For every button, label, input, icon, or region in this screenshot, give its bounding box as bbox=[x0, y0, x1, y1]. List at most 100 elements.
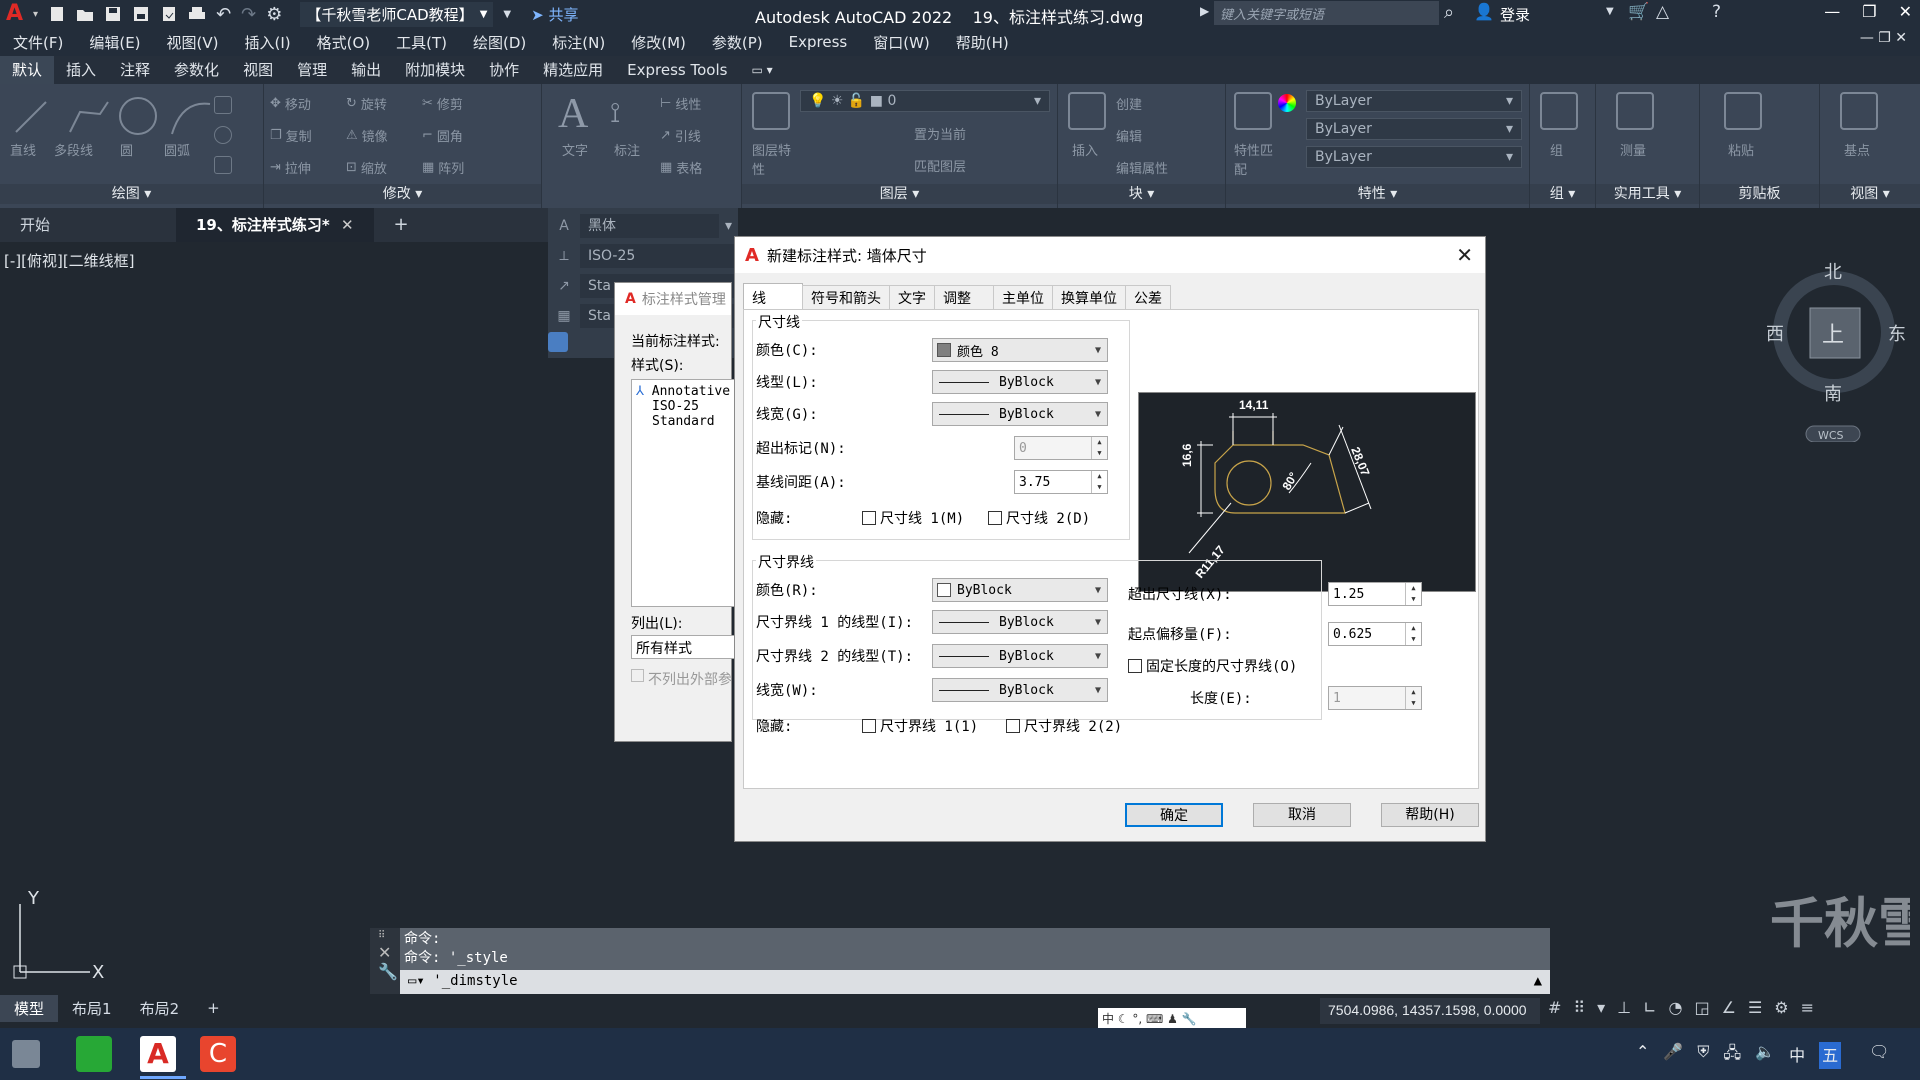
region-icon[interactable] bbox=[214, 156, 232, 174]
properties-group-label[interactable]: 特性 ▾ bbox=[1226, 184, 1529, 204]
close-icon[interactable]: ✕ bbox=[1456, 243, 1473, 267]
extline-lineweight-dropdown[interactable]: ByBlock ▼ bbox=[932, 678, 1108, 702]
gear-icon[interactable]: ⚙ bbox=[266, 4, 282, 25]
viewport-controls-label[interactable]: [-][俯视][二维线框] bbox=[4, 250, 135, 271]
layers-group-label[interactable]: 图层 ▾ bbox=[742, 184, 1057, 204]
infer-constraints-icon[interactable]: ⊥ bbox=[1617, 998, 1631, 1017]
arc-button[interactable]: 圆弧 bbox=[164, 140, 190, 159]
insert-block-icon[interactable] bbox=[1068, 92, 1106, 130]
share-button[interactable]: ➤ 共享 bbox=[531, 4, 578, 25]
command-input[interactable]: ▭▾ '_dimstyle ▲ bbox=[400, 970, 1550, 994]
spinner-arrows-icon[interactable]: ▲ ▼ bbox=[1405, 687, 1421, 709]
tab-collaborate[interactable]: 协作 bbox=[477, 56, 531, 84]
compass-north[interactable]: 北 bbox=[1824, 262, 1842, 283]
extend-beyond-dimlines-input[interactable]: 1.25 ▲ ▼ bbox=[1328, 582, 1422, 606]
dimline-linetype-dropdown[interactable]: ByBlock ▼ bbox=[932, 370, 1108, 394]
measure-icon[interactable] bbox=[1616, 92, 1654, 130]
cancel-button[interactable]: 取消 bbox=[1253, 803, 1351, 827]
extline-length-input[interactable]: 1 ▲ ▼ bbox=[1328, 686, 1422, 710]
menu-view[interactable]: 视图(V) bbox=[154, 32, 232, 53]
ok-button[interactable]: 确定 bbox=[1125, 803, 1223, 827]
scale-button[interactable]: ⊡ 缩放 bbox=[346, 158, 387, 177]
tab-featured-apps[interactable]: 精选应用 bbox=[531, 56, 615, 84]
new-file-icon[interactable] bbox=[48, 5, 66, 23]
workspace-switch-icon[interactable]: ⚙ bbox=[1774, 998, 1788, 1017]
dimline-color-dropdown[interactable]: 颜色 8 ▼ bbox=[932, 338, 1108, 362]
palette-dimstyle-row[interactable]: ⟂ ISO-25 bbox=[548, 242, 738, 270]
color-wheel-icon[interactable] bbox=[1278, 94, 1296, 112]
tab-text[interactable]: 文字 bbox=[889, 285, 935, 309]
tab-drawing[interactable]: 19、标注样式练习* ✕ bbox=[176, 208, 374, 242]
search-input[interactable]: 键入关键字或短语 bbox=[1214, 1, 1439, 25]
tab-lines[interactable]: 线 bbox=[743, 283, 803, 309]
menu-dimension[interactable]: 标注(N) bbox=[539, 32, 618, 53]
copy-button[interactable]: ❐ 复制 bbox=[270, 126, 312, 145]
grip-icon[interactable]: ⠿ bbox=[370, 928, 400, 943]
rotate-button[interactable]: ↻ 旋转 bbox=[346, 94, 387, 113]
base-point-icon[interactable] bbox=[1840, 92, 1878, 130]
table-button[interactable]: ▦ 表格 bbox=[660, 158, 702, 177]
tab-model[interactable]: 模型 bbox=[0, 994, 59, 1022]
dimension-button[interactable]: 标注 bbox=[614, 140, 640, 159]
plot-icon[interactable] bbox=[188, 5, 206, 23]
match-properties-icon[interactable] bbox=[1234, 92, 1272, 130]
polar-icon[interactable]: ◔ bbox=[1669, 998, 1683, 1017]
grid-icon[interactable]: # bbox=[1548, 998, 1561, 1017]
close-icon[interactable]: ✕ bbox=[1899, 2, 1912, 21]
open-folder-icon[interactable] bbox=[76, 5, 94, 23]
redo-icon[interactable]: ↷ bbox=[241, 4, 256, 25]
mirror-button[interactable]: ⚠ 镜像 bbox=[346, 126, 388, 145]
suppress-dimline1-checkbox[interactable]: 尺寸线 1(M) bbox=[862, 508, 964, 528]
palette-toggle-icon[interactable] bbox=[548, 332, 568, 352]
block-group-label[interactable]: 块 ▾ bbox=[1058, 184, 1225, 204]
array-button[interactable]: ▦ 阵列 bbox=[422, 158, 464, 177]
tab-tolerances[interactable]: 公差 bbox=[1125, 285, 1171, 309]
fillet-button[interactable]: ⌐ 圆角 bbox=[422, 126, 463, 145]
linear-button[interactable]: ⊢ 线性 bbox=[660, 94, 701, 113]
set-current-button[interactable]: 置为当前 bbox=[914, 124, 966, 143]
match-properties-button[interactable]: 特性匹配 bbox=[1234, 140, 1274, 178]
color-dropdown[interactable]: ByLayer ▾ bbox=[1306, 90, 1522, 112]
create-block-button[interactable]: 创建 bbox=[1116, 94, 1142, 113]
list-item[interactable]: ⅄ Annotative bbox=[636, 384, 736, 399]
paste-icon[interactable] bbox=[1724, 92, 1762, 130]
wcs-button[interactable]: WCS bbox=[1818, 429, 1844, 442]
customize-menu-icon[interactable]: ≡ bbox=[1801, 998, 1814, 1017]
layer-properties-icon[interactable] bbox=[752, 92, 790, 130]
ribbon-minimize-icon[interactable]: ▭ ▾ bbox=[739, 56, 784, 84]
network-icon[interactable]: 🖧 bbox=[1723, 1042, 1741, 1069]
trim-button[interactable]: ✂ 修剪 bbox=[422, 94, 463, 113]
microphone-icon[interactable]: 🎤 bbox=[1663, 1042, 1683, 1069]
tab-view[interactable]: 视图 bbox=[231, 56, 285, 84]
coordinates-readout[interactable]: 7504.0986, 14357.1598, 0.0000 bbox=[1320, 998, 1540, 1024]
extend-beyond-ticks-input[interactable]: 0 ▲ ▼ bbox=[1014, 436, 1108, 460]
group-icon[interactable] bbox=[1540, 92, 1578, 130]
leader-button[interactable]: ↗ 引线 bbox=[660, 126, 701, 145]
tab-annotate[interactable]: 注释 bbox=[108, 56, 162, 84]
search-icon[interactable]: ⌕ bbox=[1444, 2, 1454, 23]
text-icon[interactable]: A bbox=[558, 90, 588, 138]
arrow-right-icon[interactable]: ▶ bbox=[1200, 4, 1209, 18]
offset-from-origin-input[interactable]: 0.625 ▲ ▼ bbox=[1328, 622, 1422, 646]
save-as-icon[interactable] bbox=[132, 5, 150, 23]
suppress-extline1-checkbox[interactable]: 尺寸界线 1(1) bbox=[862, 716, 978, 736]
move-button[interactable]: ✥ 移动 bbox=[270, 94, 311, 113]
compass-south[interactable]: 南 bbox=[1824, 384, 1842, 405]
compass-west[interactable]: 西 bbox=[1766, 324, 1784, 345]
notification-icon[interactable]: 🗨 bbox=[1869, 1042, 1889, 1069]
menu-parametric[interactable]: 参数(P) bbox=[699, 32, 776, 53]
exclude-xref-checkbox[interactable]: 不列出外部参 bbox=[631, 669, 732, 689]
list-item[interactable]: ISO-25 bbox=[636, 399, 736, 414]
suppress-extline2-checkbox[interactable]: 尺寸界线 2(2) bbox=[1006, 716, 1122, 736]
group-group-label[interactable]: 组 ▾ bbox=[1530, 184, 1595, 204]
doc-window-controls[interactable]: — ❐ ✕ bbox=[1847, 30, 1920, 46]
ime-toolbar[interactable]: 中 ☾ °, ⌨ ♟ 🔧 bbox=[1098, 1008, 1246, 1028]
menu-insert[interactable]: 插入(I) bbox=[232, 32, 304, 53]
baseline-spacing-input[interactable]: 3.75 ▲ ▼ bbox=[1014, 470, 1108, 494]
linetype-dropdown[interactable]: ByLayer ▾ bbox=[1306, 118, 1522, 140]
polyline-button[interactable]: 多段线 bbox=[54, 140, 93, 159]
osnap-icon[interactable]: ◲ bbox=[1694, 998, 1709, 1017]
measure-button[interactable]: 测量 bbox=[1620, 140, 1646, 159]
add-layout-plus-icon[interactable]: + bbox=[193, 996, 234, 1020]
draw-group-label[interactable]: 绘图 ▾ bbox=[0, 184, 263, 204]
